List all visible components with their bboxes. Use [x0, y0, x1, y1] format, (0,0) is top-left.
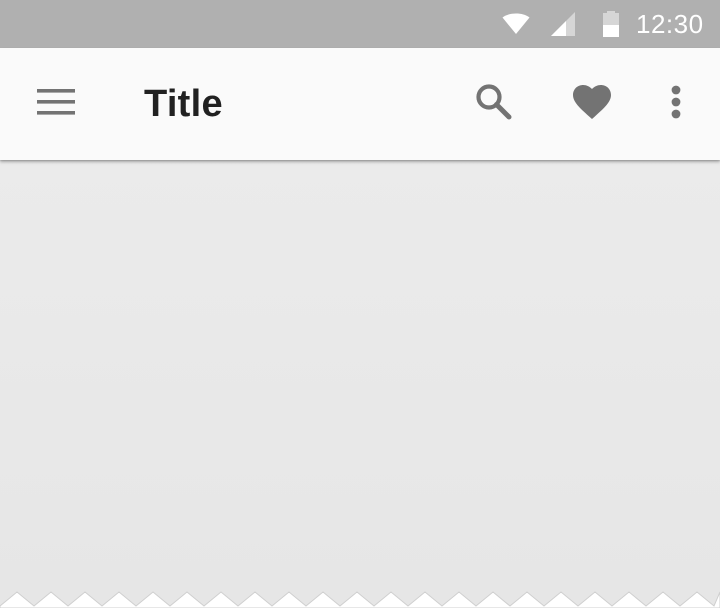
more-button[interactable] — [652, 48, 700, 160]
page-title: Title — [144, 83, 223, 125]
more-vert-icon — [670, 85, 682, 124]
content-area — [0, 160, 720, 608]
status-bar: 12:30 — [0, 0, 720, 48]
cell-signal-icon — [546, 0, 582, 48]
menu-button[interactable] — [24, 48, 88, 160]
app-bar: Title — [0, 48, 720, 160]
device-screen: 12:30 Title — [0, 0, 720, 608]
wifi-icon — [498, 0, 534, 48]
battery-icon — [596, 0, 626, 48]
favorite-button[interactable] — [560, 48, 624, 160]
search-icon — [475, 83, 513, 126]
status-time: 12:30 — [636, 9, 704, 39]
search-button[interactable] — [462, 48, 526, 160]
torn-edge — [0, 591, 720, 608]
menu-icon — [37, 88, 75, 120]
heart-icon — [573, 84, 611, 124]
